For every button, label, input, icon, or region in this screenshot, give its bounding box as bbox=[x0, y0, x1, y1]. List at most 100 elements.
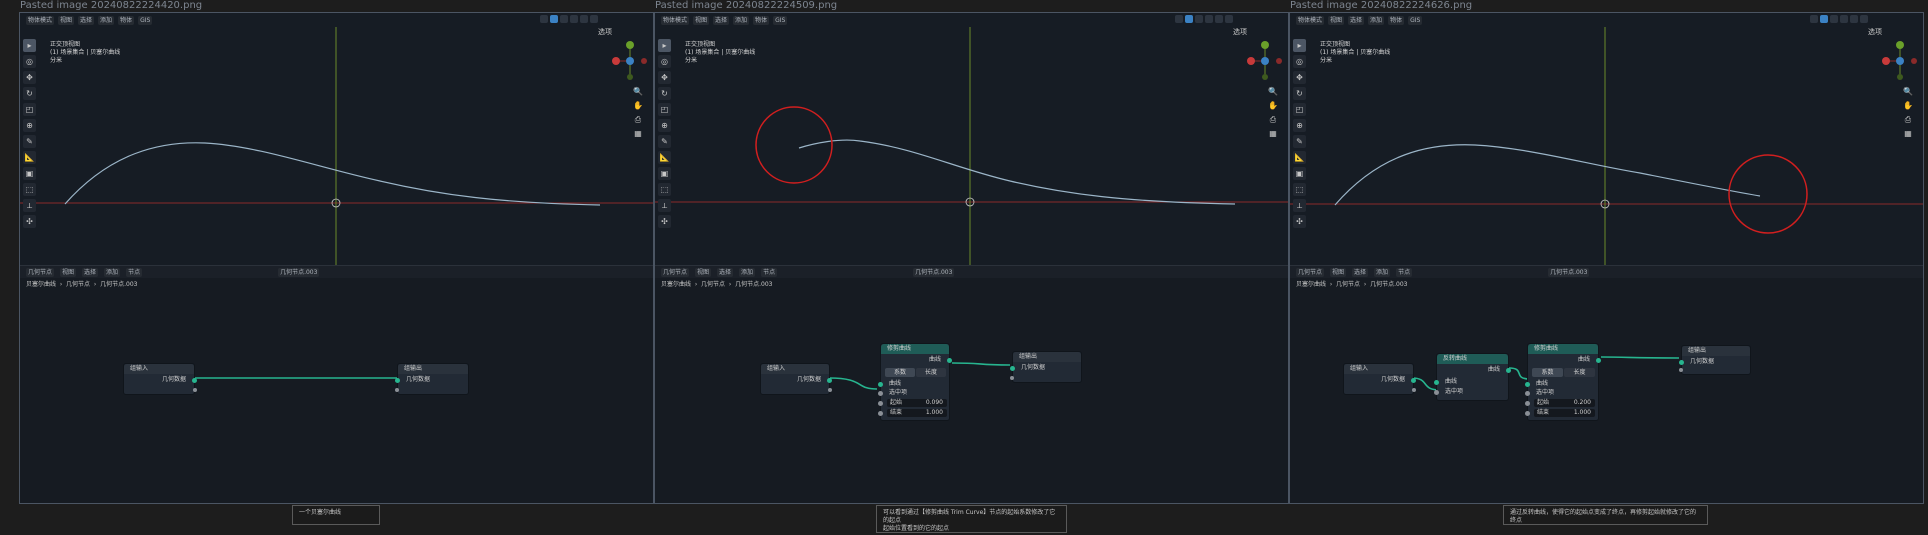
mode-dropdown[interactable]: 物体模式 bbox=[1296, 15, 1325, 25]
grid-icon[interactable]: ▦ bbox=[1903, 129, 1913, 139]
input-socket[interactable] bbox=[1434, 380, 1439, 385]
material-shading-icon[interactable] bbox=[1215, 15, 1223, 23]
output-socket[interactable] bbox=[1506, 368, 1511, 373]
rotate-tool-icon[interactable]: ↻ bbox=[1293, 87, 1306, 100]
output-socket[interactable] bbox=[1411, 378, 1416, 383]
transform-tool-icon[interactable]: ⊕ bbox=[1293, 119, 1306, 132]
menu-add[interactable]: 添加 bbox=[733, 15, 750, 25]
menu-object[interactable]: 物体 bbox=[118, 15, 135, 25]
navigation-gizmo[interactable] bbox=[1878, 39, 1922, 83]
grid-icon[interactable]: ▦ bbox=[633, 129, 643, 139]
empty-socket[interactable] bbox=[1679, 368, 1683, 372]
input-socket[interactable] bbox=[878, 382, 883, 387]
end-socket[interactable] bbox=[1525, 411, 1530, 416]
overlay-icon[interactable] bbox=[540, 15, 548, 23]
pan-hand-icon[interactable]: ✋ bbox=[1268, 101, 1278, 111]
material-shading-icon[interactable] bbox=[1850, 15, 1858, 23]
solid-shading-icon[interactable] bbox=[1205, 15, 1213, 23]
mode-dropdown[interactable]: 物体模式 bbox=[26, 15, 55, 25]
annotate-tool-icon[interactable]: ✎ bbox=[1293, 135, 1306, 148]
group-input-node[interactable]: 组输入 几何数据 bbox=[123, 363, 197, 395]
move-tool-icon[interactable]: ✥ bbox=[1293, 71, 1306, 84]
menu-view[interactable]: 视图 bbox=[58, 15, 75, 25]
cursor-tool-icon[interactable]: ◎ bbox=[658, 55, 671, 68]
select-tool-icon[interactable]: ▸ bbox=[1293, 39, 1306, 52]
zoom-icon[interactable]: 🔍 bbox=[633, 87, 643, 97]
menu-gis[interactable]: GIS bbox=[1408, 15, 1423, 25]
mode-length-button[interactable]: 长度 bbox=[916, 368, 946, 377]
group-output-node[interactable]: 组输出 几何数据 bbox=[395, 363, 469, 395]
grid-icon[interactable]: ▦ bbox=[1268, 129, 1278, 139]
end-field[interactable]: 结束 1.000 bbox=[887, 409, 947, 417]
selection-socket[interactable] bbox=[878, 391, 883, 396]
navigation-gizmo[interactable] bbox=[608, 39, 652, 83]
menu-view[interactable]: 视图 bbox=[693, 15, 710, 25]
overlay-icon[interactable] bbox=[1175, 15, 1183, 23]
trim-curve-node[interactable]: 修剪曲线 曲线 系数 长度 曲线 选中项 起始 0.200 结束 1.000 bbox=[1525, 343, 1601, 421]
menu-add[interactable]: 添加 bbox=[1368, 15, 1385, 25]
cursor-tool-icon[interactable]: ◎ bbox=[23, 55, 36, 68]
extrude-tool-icon[interactable]: ⬚ bbox=[658, 183, 671, 196]
options-dropdown[interactable]: 选项 bbox=[1233, 27, 1247, 37]
selection-socket[interactable] bbox=[1434, 390, 1439, 395]
gizmo-icon[interactable] bbox=[1820, 15, 1828, 23]
scale-tool-icon[interactable]: ◰ bbox=[658, 103, 671, 116]
move-tool-icon[interactable]: ✥ bbox=[23, 71, 36, 84]
trim-curve-node[interactable]: 修剪曲线 曲线 系数 长度 曲线 选中项 起始 0.090 结束 1.000 bbox=[878, 343, 952, 421]
menu-object[interactable]: 物体 bbox=[1388, 15, 1405, 25]
node-editor[interactable]: 几何节点 视图 选择 添加 节点 几何节点.003 贝塞尔曲线 › 几何节点 ›… bbox=[655, 265, 1288, 503]
group-input-node[interactable]: 组输入 几何数据 bbox=[760, 363, 832, 395]
add-cube-tool-icon[interactable]: ▣ bbox=[658, 167, 671, 180]
menu-add[interactable]: 添加 bbox=[98, 15, 115, 25]
measure-tool-icon[interactable]: 📐 bbox=[658, 151, 671, 164]
knife-tool-icon[interactable]: ⟂ bbox=[658, 199, 671, 212]
select-tool-icon[interactable]: ▸ bbox=[23, 39, 36, 52]
output-socket[interactable] bbox=[947, 358, 952, 363]
empty-socket[interactable] bbox=[828, 388, 832, 392]
xray-icon[interactable] bbox=[560, 15, 568, 23]
scale-tool-icon[interactable]: ◰ bbox=[23, 103, 36, 116]
end-field[interactable]: 结束 1.000 bbox=[1534, 409, 1595, 417]
zoom-icon[interactable]: 🔍 bbox=[1903, 87, 1913, 97]
extrude-tool-icon[interactable]: ⬚ bbox=[1293, 183, 1306, 196]
rotate-tool-icon[interactable]: ↻ bbox=[23, 87, 36, 100]
camera-icon[interactable]: ⎙ bbox=[1903, 115, 1913, 125]
extrude-tool-icon[interactable]: ⬚ bbox=[23, 183, 36, 196]
gizmo-icon[interactable] bbox=[1185, 15, 1193, 23]
measure-tool-icon[interactable]: 📐 bbox=[1293, 151, 1306, 164]
end-socket[interactable] bbox=[878, 411, 883, 416]
rendered-shading-icon[interactable] bbox=[1860, 15, 1868, 23]
overlay-icon[interactable] bbox=[1810, 15, 1818, 23]
camera-icon[interactable]: ⎙ bbox=[1268, 115, 1278, 125]
mode-dropdown[interactable]: 物体模式 bbox=[661, 15, 690, 25]
pan-hand-icon[interactable]: ✋ bbox=[633, 101, 643, 111]
camera-icon[interactable]: ⎙ bbox=[633, 115, 643, 125]
spin-tool-icon[interactable]: ✣ bbox=[1293, 215, 1306, 228]
xray-icon[interactable] bbox=[1830, 15, 1838, 23]
options-dropdown[interactable]: 选项 bbox=[598, 27, 612, 37]
zoom-icon[interactable]: 🔍 bbox=[1268, 87, 1278, 97]
start-socket[interactable] bbox=[1525, 401, 1530, 406]
start-field[interactable]: 起始 0.200 bbox=[1534, 399, 1595, 407]
navigation-gizmo[interactable] bbox=[1243, 39, 1287, 83]
mode-factor-button[interactable]: 系数 bbox=[1532, 368, 1563, 377]
rotate-tool-icon[interactable]: ↻ bbox=[658, 87, 671, 100]
output-socket[interactable] bbox=[1596, 358, 1601, 363]
gizmo-icon[interactable] bbox=[550, 15, 558, 23]
material-shading-icon[interactable] bbox=[580, 15, 588, 23]
menu-gis[interactable]: GIS bbox=[773, 15, 788, 25]
transform-tool-icon[interactable]: ⊕ bbox=[658, 119, 671, 132]
add-cube-tool-icon[interactable]: ▣ bbox=[23, 167, 36, 180]
3d-viewport[interactable]: 物体模式 视图 选择 添加 物体 GIS 选项 正交顶视图 (1) 场景集合 |… bbox=[20, 13, 653, 265]
menu-gis[interactable]: GIS bbox=[138, 15, 153, 25]
rendered-shading-icon[interactable] bbox=[1225, 15, 1233, 23]
empty-socket[interactable] bbox=[1010, 376, 1014, 380]
menu-view[interactable]: 视图 bbox=[1328, 15, 1345, 25]
transform-tool-icon[interactable]: ⊕ bbox=[23, 119, 36, 132]
input-socket[interactable] bbox=[1525, 382, 1530, 387]
pan-hand-icon[interactable]: ✋ bbox=[1903, 101, 1913, 111]
node-editor[interactable]: 几何节点 视图 选择 添加 节点 几何节点.003 贝塞尔曲线 › 几何节点 ›… bbox=[20, 265, 653, 503]
xray-icon[interactable] bbox=[1195, 15, 1203, 23]
output-socket[interactable] bbox=[192, 378, 197, 383]
menu-select[interactable]: 选择 bbox=[713, 15, 730, 25]
